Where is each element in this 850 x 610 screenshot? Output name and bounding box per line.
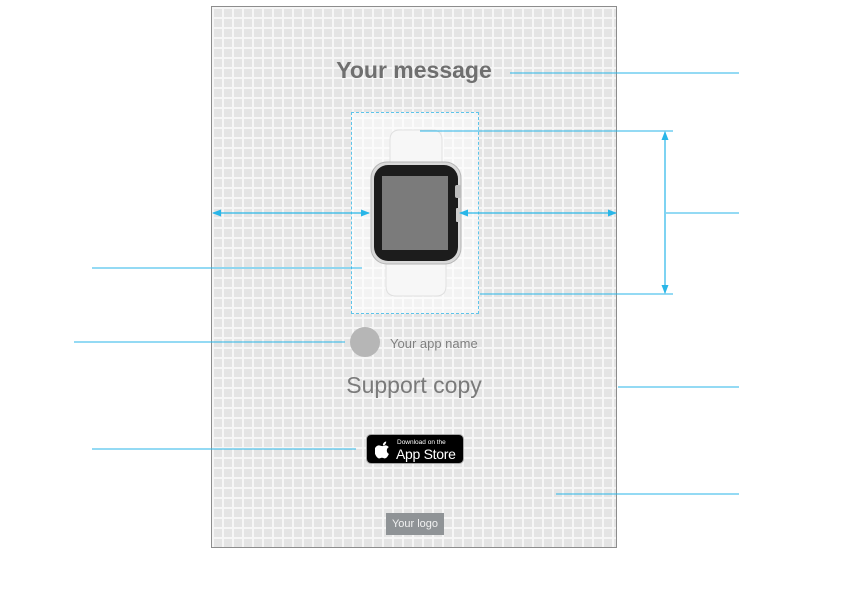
support-copy-text: Support copy [346,372,482,398]
width-arrow-right [459,209,617,217]
logo-placeholder: Your logo [386,513,444,535]
badge-line2: App Store [396,446,456,462]
width-arrow-left [212,209,370,217]
apple-logo-icon [375,441,389,459]
app-name-text: Your app name [390,336,478,351]
badge-line1: Download on the [397,439,446,446]
app-store-badge[interactable]: Download on the App Store [366,434,464,464]
apple-watch-image [370,129,462,297]
app-icon-placeholder [350,327,380,357]
